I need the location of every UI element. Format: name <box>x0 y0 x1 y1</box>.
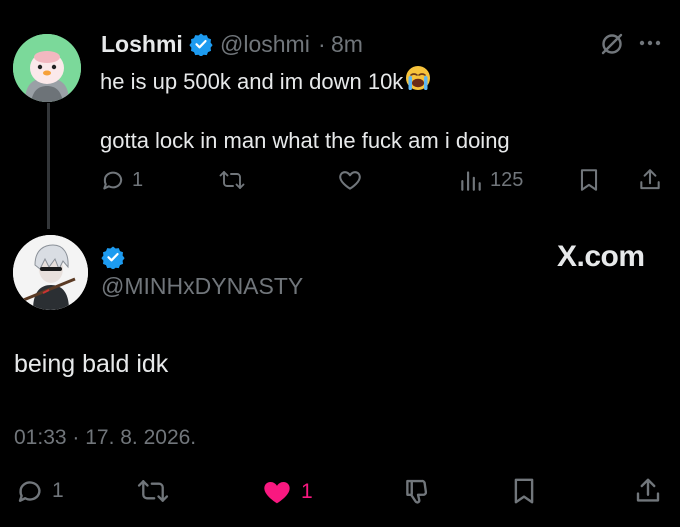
like-button[interactable] <box>336 167 364 193</box>
share-icon <box>640 169 660 190</box>
like-count: 1 <box>301 480 313 503</box>
views-count: 125 <box>490 168 524 191</box>
reply-button[interactable]: 1 <box>14 476 64 506</box>
reply-icon <box>18 481 41 502</box>
thread-connector-line <box>47 103 50 229</box>
tweet-text: being bald idk <box>14 350 169 378</box>
crying-face-emoji-icon <box>404 64 432 92</box>
repost-icon <box>219 171 245 189</box>
downvote-icon <box>406 479 428 504</box>
tweet-time[interactable]: 8m <box>331 31 363 58</box>
reply-count: 1 <box>132 168 144 191</box>
views-analytics-icon <box>461 171 481 191</box>
like-button-liked[interactable]: 1 <box>259 476 313 508</box>
display-name[interactable]: Loshmi <box>101 31 183 58</box>
share-button[interactable] <box>637 167 663 193</box>
tweet-text-line: he is up 500k and im down 10k <box>100 64 432 95</box>
verified-badge-icon <box>101 245 125 269</box>
avatar-loshmi[interactable] <box>13 34 81 102</box>
repost-icon <box>137 480 169 502</box>
dislike-button[interactable] <box>402 476 434 506</box>
repost-button[interactable] <box>218 167 246 193</box>
tweet-text: gotta lock in man what the fuck am i doi… <box>100 128 510 153</box>
views-button[interactable]: 125 <box>458 167 523 193</box>
heart-icon <box>339 171 361 190</box>
avatar-minhxdynasty[interactable] <box>13 235 88 310</box>
bookmark-icon <box>514 478 534 504</box>
bookmark-button[interactable] <box>578 167 600 193</box>
bookmark-button[interactable] <box>510 476 538 506</box>
more-options-icon[interactable] <box>639 38 661 48</box>
handle[interactable]: @MINHxDYNASTY <box>101 273 303 300</box>
reply-count: 1 <box>52 479 64 502</box>
reply-icon <box>103 171 123 190</box>
share-button[interactable] <box>632 476 664 506</box>
share-icon <box>636 478 660 502</box>
repost-button[interactable] <box>136 476 170 506</box>
handle[interactable]: @loshmi <box>220 31 310 58</box>
separator-dot: · <box>318 31 326 57</box>
heart-filled-icon <box>264 482 290 504</box>
reply-button[interactable]: 1 <box>100 167 143 193</box>
bookmark-icon <box>580 169 598 191</box>
x-com-watermark: X.com <box>557 240 645 273</box>
tweet-text: he is up 500k and im down 10k <box>100 69 404 94</box>
tweet-timestamp[interactable]: 01:33 · 17. 8. 2026. <box>14 426 196 450</box>
verified-badge-icon <box>189 32 213 56</box>
grok-icon[interactable] <box>598 30 626 58</box>
